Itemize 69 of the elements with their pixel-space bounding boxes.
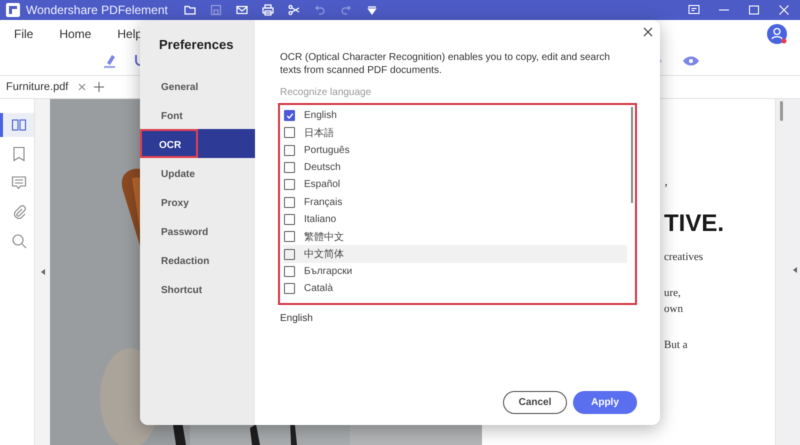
nav-item[interactable]: OCR xyxy=(140,129,255,158)
document-tab[interactable]: Furniture.pdf xyxy=(4,81,70,93)
apply-button[interactable]: Apply xyxy=(573,391,637,414)
avatar-icon[interactable] xyxy=(766,23,788,45)
language-option[interactable]: 日本語 xyxy=(304,126,334,140)
scrollbar-thumb[interactable] xyxy=(780,101,783,121)
language-option[interactable]: Български xyxy=(304,266,352,277)
menu-item[interactable]: File xyxy=(14,27,34,41)
checkbox[interactable] xyxy=(284,110,295,122)
comment-icon xyxy=(10,175,26,191)
language-option[interactable]: 繁體中文 xyxy=(304,230,344,244)
nav-item[interactable]: Redaction xyxy=(140,245,255,274)
checkbox[interactable] xyxy=(284,214,295,225)
menu-item[interactable]: Home xyxy=(59,27,92,41)
description-text: OCR (Optical Character Recognition) enables you to copy, edit and search texts from scanned PDF documents. xyxy=(280,52,611,77)
collapse-arrow-icon[interactable] xyxy=(40,269,44,275)
checkbox[interactable] xyxy=(284,179,295,190)
window-title: Wondershare PDFelement xyxy=(26,3,168,17)
dropdown-icon[interactable] xyxy=(366,4,378,16)
eye-icon[interactable] xyxy=(682,55,700,67)
language-option[interactable]: English xyxy=(304,110,337,122)
document-text: ’ xyxy=(664,181,668,196)
thumbnails-button[interactable] xyxy=(0,113,34,137)
selected-languages-text: English xyxy=(280,313,314,324)
cancel-button[interactable]: Cancel xyxy=(503,391,567,414)
feedback-icon[interactable] xyxy=(688,4,700,16)
dialog-title: Preferences xyxy=(158,36,234,54)
checkbox[interactable] xyxy=(284,248,295,260)
checkbox[interactable] xyxy=(284,231,295,242)
language-option[interactable]: Français xyxy=(304,196,342,208)
checkbox[interactable] xyxy=(284,127,295,138)
language-option[interactable]: Español xyxy=(304,179,340,190)
print-icon[interactable] xyxy=(262,4,274,16)
checkbox[interactable] xyxy=(284,162,295,174)
language-option[interactable]: Italiano xyxy=(304,214,336,225)
nav-item[interactable]: Proxy xyxy=(140,187,255,216)
checkbox[interactable] xyxy=(284,144,295,156)
nav-item[interactable]: General xyxy=(140,71,255,100)
nav-item[interactable]: Update xyxy=(140,158,255,187)
language-option[interactable]: Português xyxy=(304,144,350,156)
checkbox[interactable] xyxy=(284,283,295,294)
search-icon xyxy=(10,233,26,249)
language-option[interactable]: 中文简体 xyxy=(304,247,344,262)
field-label: Recognize language xyxy=(280,87,372,98)
maximize-icon[interactable] xyxy=(748,4,760,16)
language-option[interactable]: Deutsch xyxy=(304,162,341,174)
close-tab-icon[interactable] xyxy=(78,83,86,91)
document-text: ure, xyxy=(664,286,681,300)
thumbnails-icon xyxy=(10,117,26,133)
expand-arrow-icon[interactable] xyxy=(793,267,797,273)
nav-item[interactable]: Password xyxy=(140,216,255,245)
bookmark-icon xyxy=(10,146,26,162)
nav-item[interactable]: Font xyxy=(140,100,255,129)
new-tab-icon[interactable] xyxy=(94,82,104,92)
app-logo-icon xyxy=(6,3,20,17)
document-text: But a xyxy=(664,338,688,352)
document-text: creatives xyxy=(664,250,704,264)
nav-item[interactable]: Shortcut xyxy=(140,274,255,303)
language-option[interactable]: Català xyxy=(304,283,333,294)
scrollbar-thumb[interactable] xyxy=(631,107,633,203)
document-text: own xyxy=(664,302,683,316)
folder-icon[interactable] xyxy=(184,4,196,16)
close-icon[interactable] xyxy=(643,27,653,37)
checkbox[interactable] xyxy=(284,196,295,208)
highlighter-icon[interactable] xyxy=(102,53,118,69)
scissors-icon[interactable] xyxy=(288,4,300,16)
document-heading: TIVE. xyxy=(664,210,724,238)
mail-icon[interactable] xyxy=(236,4,248,16)
checkbox[interactable] xyxy=(284,266,295,277)
